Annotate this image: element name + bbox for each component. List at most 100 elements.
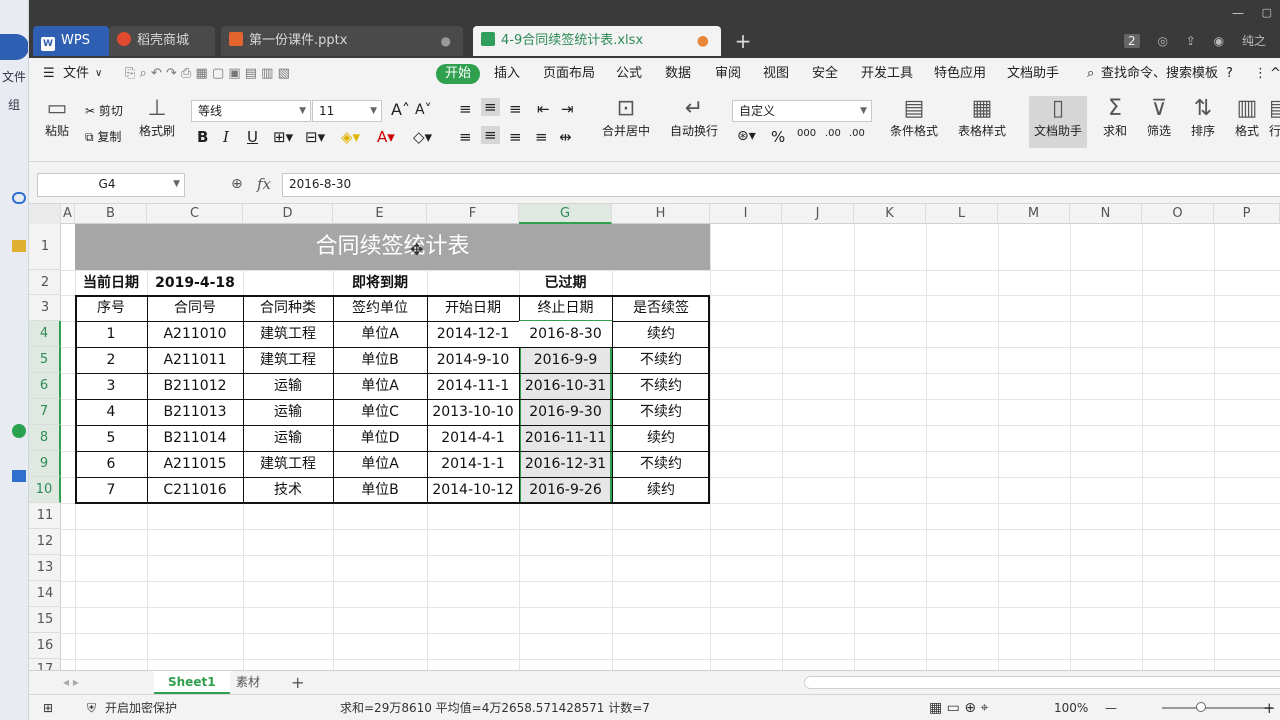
justify-icon[interactable]: ≡ [535, 128, 548, 146]
row-header[interactable]: 10 [29, 477, 61, 503]
tab-xlsx-file[interactable]: 4-9合同续签统计表.xlsx ● [473, 26, 721, 56]
cell[interactable]: 不续约 [612, 347, 710, 373]
cell[interactable]: 单位A [333, 321, 427, 347]
cell[interactable]: A211015 [147, 451, 243, 477]
align-right-icon[interactable]: ≡ [509, 128, 522, 146]
cell[interactable]: 2013-10-10 [427, 399, 519, 425]
italic-button[interactable]: I [223, 128, 229, 146]
active-cell[interactable]: 2016-8-30 [519, 321, 612, 347]
menu-file[interactable]: 文件 [63, 58, 89, 90]
table-header[interactable]: 序号 [75, 295, 147, 321]
chevron-down-icon[interactable]: ∨ [95, 58, 102, 90]
current-date-label[interactable]: 当前日期 [75, 270, 147, 296]
cell[interactable]: 运输 [243, 425, 333, 451]
cell[interactable]: 2014-12-1 [427, 321, 519, 347]
user-avatar[interactable]: ◉ [1214, 34, 1224, 48]
cell[interactable]: 1 [75, 321, 147, 347]
column-header-i[interactable]: I [710, 204, 782, 224]
cell[interactable]: 不续约 [612, 451, 710, 477]
decrease-decimal-button[interactable]: .00 [849, 128, 865, 139]
cell[interactable]: B211012 [147, 373, 243, 399]
window-count-badge[interactable]: 2 [1124, 34, 1140, 48]
cell[interactable]: 2 [75, 347, 147, 373]
filter-button[interactable]: ⊽ 筛选 [1139, 96, 1179, 139]
cell[interactable]: 续约 [612, 477, 710, 503]
column-header-a[interactable]: A [61, 204, 75, 224]
indent-icon[interactable]: ⇥ [561, 100, 574, 118]
cell[interactable]: 2014-11-1 [427, 373, 519, 399]
column-header-h[interactable]: H [612, 204, 710, 224]
back-icon[interactable] [0, 34, 28, 60]
cell[interactable]: 2014-1-1 [427, 451, 519, 477]
shrink-font-button[interactable]: A˅ [415, 102, 432, 118]
row-header[interactable]: 7 [29, 399, 61, 425]
cell[interactable]: B211014 [147, 425, 243, 451]
cell[interactable]: B211013 [147, 399, 243, 425]
minimize-icon[interactable]: — [1232, 6, 1244, 20]
row-header[interactable]: 4 [29, 321, 61, 347]
menu-tab-view[interactable]: 视图 [763, 58, 789, 90]
column-header-o[interactable]: O [1142, 204, 1214, 224]
cell-style-icon[interactable]: ⊟▾ [305, 128, 325, 146]
formula-input[interactable]: 2016-8-30 [282, 173, 1280, 197]
row-header[interactable]: 1 [29, 224, 61, 270]
row-header[interactable]: 12 [29, 529, 61, 555]
share-icon[interactable]: ⇪ [1186, 34, 1196, 48]
zoom-search-icon[interactable]: ⊕ [231, 176, 243, 192]
fill-color-icon[interactable]: ◈▾ [341, 128, 360, 146]
cell[interactable]: 续约 [612, 425, 710, 451]
format-painter-button[interactable]: ⊥ 格式刷 [135, 96, 179, 139]
cell[interactable]: 2014-9-10 [427, 347, 519, 373]
maximize-icon[interactable]: ▢ [1262, 6, 1272, 19]
distribute-icon[interactable]: ⇹ [559, 128, 572, 146]
expired-label[interactable]: 已过期 [519, 270, 612, 296]
tab-pptx-file[interactable]: 第一份课件.pptx ● [221, 26, 463, 56]
sort-button[interactable]: ⇅ 排序 [1183, 96, 1223, 139]
row-header[interactable]: 15 [29, 607, 61, 633]
command-search[interactable]: 查找命令、搜索模板 [1101, 58, 1218, 90]
expiring-label[interactable]: 即将到期 [333, 270, 427, 296]
name-box[interactable]: G4 ▼ [37, 173, 185, 197]
cell[interactable]: 不续约 [612, 373, 710, 399]
cell[interactable]: 单位A [333, 373, 427, 399]
zoom-level[interactable]: 100% [1054, 695, 1088, 720]
column-header-b[interactable]: B [75, 204, 147, 224]
desktop-item-group[interactable]: 组 [8, 96, 28, 113]
increase-decimal-button[interactable]: .00 [825, 128, 841, 139]
thousands-button[interactable]: 000 [797, 128, 816, 139]
row-header[interactable]: 5 [29, 347, 61, 373]
zoom-out-button[interactable]: — [1105, 695, 1117, 720]
table-style-button[interactable]: ▦ 表格样式 [951, 96, 1013, 139]
menu-tab-home[interactable]: 开始 [436, 64, 481, 84]
align-center-icon[interactable]: ≡ [481, 126, 500, 144]
conditional-format-button[interactable]: ▤ 条件格式 [883, 96, 945, 139]
align-middle-icon[interactable]: ≡ [481, 98, 500, 116]
row-header[interactable]: 2 [29, 270, 61, 295]
cell[interactable]: 不续约 [612, 399, 710, 425]
table-header[interactable]: 开始日期 [427, 295, 519, 321]
column-header-e[interactable]: E [333, 204, 427, 224]
cell[interactable]: A211011 [147, 347, 243, 373]
status-tool-icon[interactable]: ⊞ [43, 695, 53, 720]
column-header-j[interactable]: J [782, 204, 854, 224]
table-header[interactable]: 终止日期 [519, 295, 612, 321]
table-header[interactable]: 合同号 [147, 295, 243, 321]
cell[interactable]: 单位D [333, 425, 427, 451]
cell[interactable]: A211010 [147, 321, 243, 347]
cell[interactable]: 4 [75, 399, 147, 425]
cut-button[interactable]: ✂ 剪切 [85, 102, 123, 119]
zoom-slider[interactable] [1162, 707, 1272, 709]
tab-wps[interactable]: W WPS [33, 26, 109, 56]
cell[interactable]: 2014-4-1 [427, 425, 519, 451]
column-header-p[interactable]: P [1214, 204, 1280, 224]
bold-button[interactable]: B [197, 128, 208, 146]
encryption-protect-link[interactable]: 开启加密保护 [105, 695, 177, 720]
fx-icon[interactable]: fx [257, 175, 271, 193]
merge-center-button[interactable]: ⊡ 合并居中 [595, 96, 657, 139]
more-icon[interactable]: ⋮ [1254, 58, 1267, 90]
search-icon[interactable]: ⌕ [1087, 58, 1094, 90]
font-color-icon[interactable]: A▾ [377, 128, 395, 146]
hamburger-icon[interactable]: ☰ [43, 58, 55, 90]
font-name-select[interactable]: 等线 ▼ [191, 100, 311, 122]
row-header[interactable]: 13 [29, 555, 61, 581]
